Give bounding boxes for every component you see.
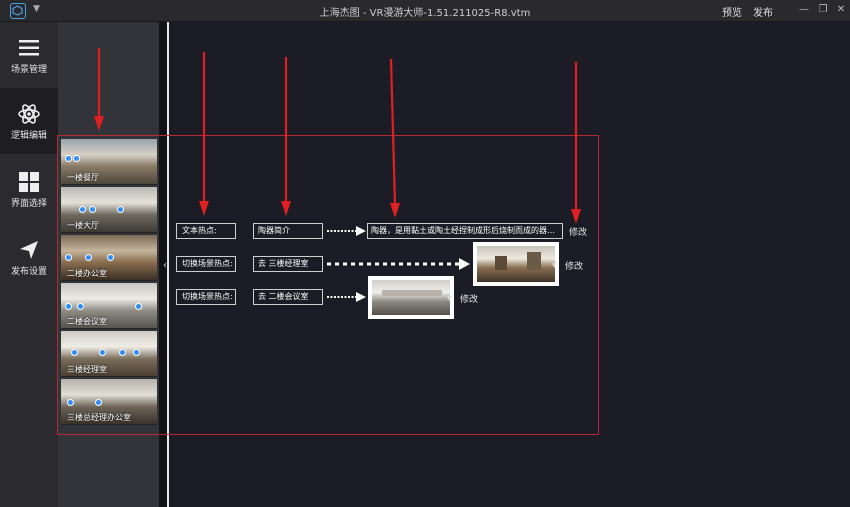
left-nav: 场景管理 逻辑编辑 界面选择 发布设置 bbox=[0, 22, 58, 507]
app-window: ▼ 上海杰图 - VR漫游大师-1.51.211025-R8.vtm 预览 发布… bbox=[0, 0, 850, 507]
hotspot-marker bbox=[65, 254, 72, 261]
hotspot-name-field[interactable]: 去 二楼会议室 bbox=[253, 289, 323, 305]
panel-divider-line bbox=[167, 22, 169, 507]
hamburger-menu-icon bbox=[19, 40, 39, 56]
hotspot-marker bbox=[133, 349, 140, 356]
send-arrow-icon bbox=[20, 241, 38, 259]
restore-icon[interactable]: ❐ bbox=[815, 2, 831, 18]
hotspot-marker bbox=[65, 303, 72, 310]
hotspot-marker bbox=[107, 254, 114, 261]
grid-icon bbox=[19, 172, 39, 192]
hotspot-marker bbox=[67, 399, 74, 406]
scene-thumb-4[interactable]: 二楼会议室 bbox=[61, 283, 157, 329]
title-bar: ▼ 上海杰图 - VR漫游大师-1.51.211025-R8.vtm 预览 发布… bbox=[0, 0, 850, 22]
scene-preview-image bbox=[477, 246, 555, 282]
target-scene-preview[interactable] bbox=[368, 276, 454, 319]
scene-thumb-2[interactable]: 一楼大厅 bbox=[61, 187, 157, 233]
hotspot-marker bbox=[65, 155, 72, 162]
hotspot-marker bbox=[77, 303, 84, 310]
hotspot-marker bbox=[135, 303, 142, 310]
scene-thumb-5[interactable]: 三楼经理室 bbox=[61, 331, 157, 377]
target-scene-preview[interactable] bbox=[473, 242, 559, 286]
hotspot-marker bbox=[117, 206, 124, 213]
minimize-icon[interactable]: — bbox=[796, 2, 812, 18]
hotspot-type-switch-scene: 切换场景热点: bbox=[176, 289, 236, 305]
nav-scene-management[interactable]: 场景管理 bbox=[0, 22, 58, 88]
scene-label: 二楼办公室 bbox=[67, 269, 107, 278]
scene-label: 三楼经理室 bbox=[67, 365, 107, 374]
nav-label: 逻辑编辑 bbox=[10, 131, 47, 141]
nav-ui-select[interactable]: 界面选择 bbox=[0, 156, 58, 222]
nav-label: 发布设置 bbox=[10, 267, 47, 277]
publish-button[interactable]: 发布 bbox=[753, 4, 773, 19]
hotspot-type-switch-scene: 切换场景热点: bbox=[176, 256, 236, 272]
dropdown-caret-icon[interactable]: ▼ bbox=[552, 262, 557, 269]
atom-icon bbox=[18, 104, 40, 124]
edit-hotspot-3-link[interactable]: 修改 bbox=[460, 292, 478, 305]
nav-publish-settings[interactable]: 发布设置 bbox=[0, 224, 58, 290]
collapse-panel-icon[interactable]: ‹ bbox=[163, 260, 167, 271]
hotspot-name-field[interactable]: 去 三楼经理室 bbox=[253, 256, 323, 272]
scene-thumb-1[interactable]: 一楼餐厅 bbox=[61, 139, 157, 185]
edit-hotspot-1-link[interactable]: 修改 bbox=[569, 225, 587, 238]
preview-button[interactable]: 预览 bbox=[722, 4, 742, 19]
hotspot-marker bbox=[119, 349, 126, 356]
hotspot-marker bbox=[79, 206, 86, 213]
edit-hotspot-2-link[interactable]: 修改 bbox=[565, 259, 583, 272]
scene-label: 一楼餐厅 bbox=[67, 173, 99, 182]
hotspot-marker bbox=[73, 155, 80, 162]
hotspot-marker bbox=[71, 349, 78, 356]
scene-label: 二楼会议室 bbox=[67, 317, 107, 326]
nav-label: 场景管理 bbox=[10, 65, 47, 75]
hotspot-type-text: 文本热点: bbox=[176, 223, 236, 239]
nav-label: 界面选择 bbox=[10, 199, 47, 209]
hotspot-description-field[interactable]: 陶器，是用黏土或陶土经捏制成形后烧制而成的器具。陶器... bbox=[367, 223, 563, 239]
dropdown-caret-icon[interactable]: ▼ bbox=[447, 295, 452, 302]
hotspot-name-field[interactable]: 陶器简介 bbox=[253, 223, 323, 239]
scene-thumb-6[interactable]: 三楼总经理办公室 bbox=[61, 379, 157, 425]
nav-logic-edit[interactable]: 逻辑编辑 bbox=[0, 88, 58, 154]
scene-label: 一楼大厅 bbox=[67, 221, 99, 230]
scene-label: 三楼总经理办公室 bbox=[67, 413, 131, 422]
hotspot-marker bbox=[95, 399, 102, 406]
close-icon[interactable]: ✕ bbox=[833, 2, 849, 18]
hotspot-marker bbox=[99, 349, 106, 356]
scene-thumb-3[interactable]: 二楼办公室 bbox=[61, 235, 157, 281]
hotspot-marker bbox=[85, 254, 92, 261]
scene-preview-image bbox=[372, 280, 450, 315]
hotspot-marker bbox=[89, 206, 96, 213]
